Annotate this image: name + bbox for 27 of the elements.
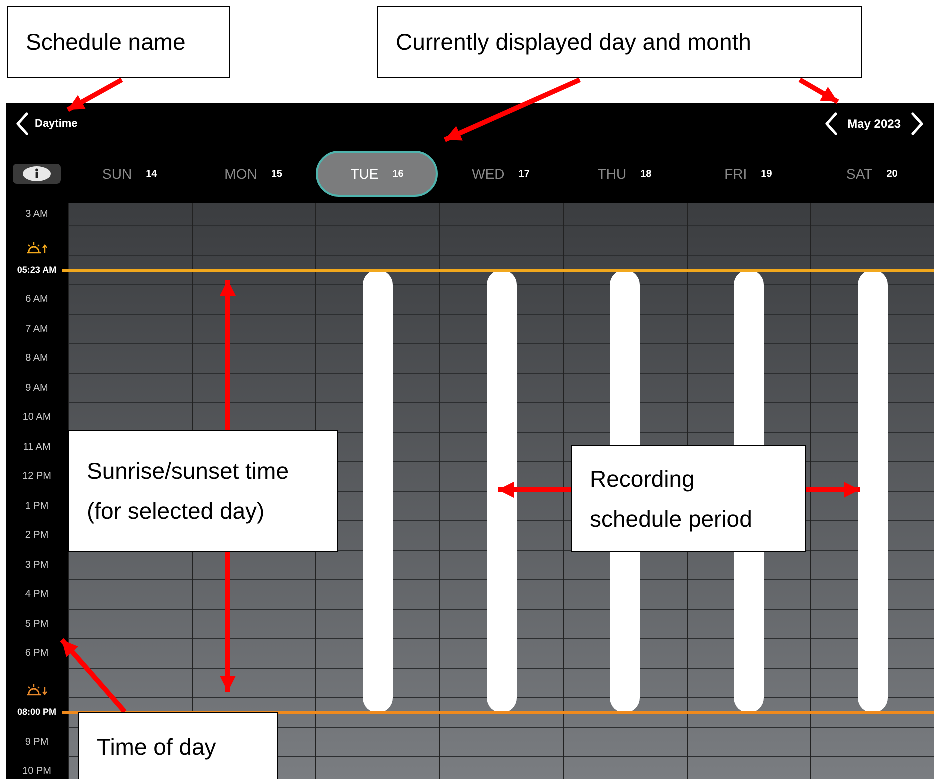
- time-label: 05:23 AM: [17, 264, 57, 276]
- time-label: 4 PM: [25, 588, 49, 602]
- time-label: 08:00 PM: [17, 706, 57, 719]
- time-label: 3 PM: [25, 558, 49, 573]
- time-label: 8 AM: [26, 352, 48, 366]
- time-label: 11 AM: [23, 440, 51, 455]
- time-label: 6 PM: [25, 647, 49, 662]
- time-label: 3 AM: [26, 208, 48, 222]
- callout-text: Recording: [590, 464, 696, 494]
- time-label: 2 PM: [25, 529, 49, 544]
- time-label: 7 AM: [26, 322, 48, 337]
- month-label: May 2023: [848, 116, 901, 133]
- callout-text: Sunrise/sunset time: [87, 457, 290, 486]
- time-label: 10 PM: [22, 765, 52, 779]
- time-label: 12 PM: [22, 470, 52, 484]
- schedule-name: Daytime: [35, 116, 78, 132]
- time-label: 10 AM: [22, 411, 52, 426]
- time-label: 6 AM: [26, 293, 48, 308]
- callout-text: schedule period: [590, 504, 754, 534]
- time-label: 1 PM: [25, 500, 49, 514]
- time-label: 5 PM: [25, 618, 49, 632]
- callout-text: Time of day: [97, 733, 218, 762]
- callout-text: (for selected day): [87, 497, 266, 526]
- callout-text: Schedule name: [26, 28, 187, 57]
- time-label: 9 PM: [25, 736, 49, 750]
- callout-text: Currently displayed day and month: [396, 28, 752, 57]
- time-label: 9 AM: [26, 382, 48, 396]
